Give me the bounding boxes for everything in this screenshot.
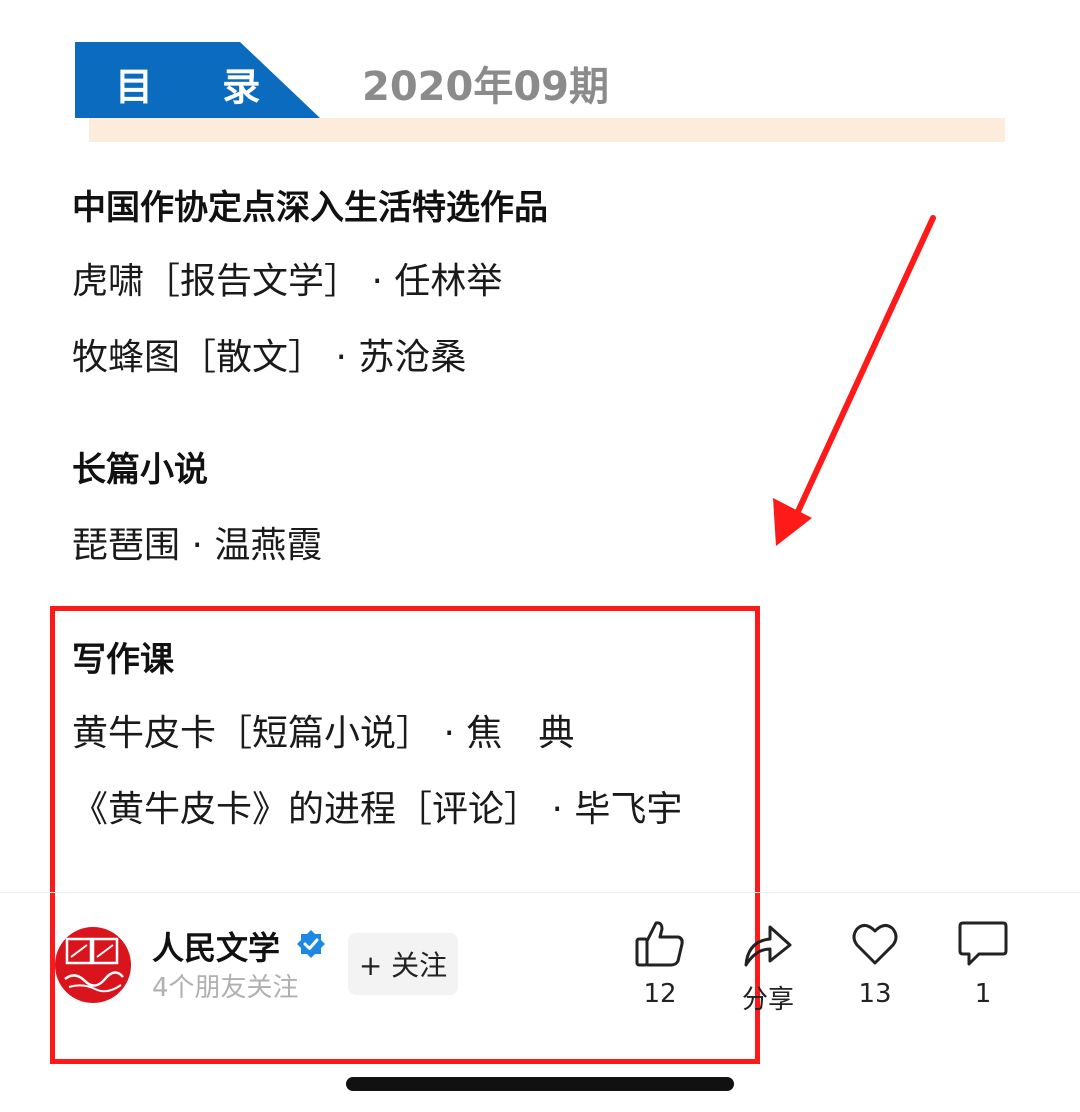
account-avatar[interactable] xyxy=(55,927,131,1003)
comment-count: 1 xyxy=(974,979,992,1009)
share-label: 分享 xyxy=(741,985,794,1015)
home-indicator[interactable] xyxy=(346,1077,734,1091)
favorite-button[interactable]: 13 xyxy=(835,919,915,1009)
like-count: 12 xyxy=(643,979,677,1009)
footer-divider xyxy=(0,892,1080,893)
account-name[interactable]: 人民文学 xyxy=(152,923,280,969)
article-footer: 人民文学 4个朋友关注 + 关注 12 分享 13 1 xyxy=(0,905,1080,1025)
follow-button[interactable]: + 关注 xyxy=(348,933,458,995)
thumbs-up-icon xyxy=(635,921,684,967)
heart-icon xyxy=(852,924,898,965)
verified-badge-icon xyxy=(297,930,325,958)
share-button[interactable]: 分享 xyxy=(728,919,808,1016)
share-arrow-icon xyxy=(744,925,792,967)
favorite-count: 13 xyxy=(858,979,892,1009)
comment-button[interactable]: 1 xyxy=(943,919,1023,1009)
like-button[interactable]: 12 xyxy=(620,919,700,1009)
comment-icon xyxy=(958,921,1008,966)
friends-following-count: 4个朋友关注 xyxy=(152,973,299,1003)
